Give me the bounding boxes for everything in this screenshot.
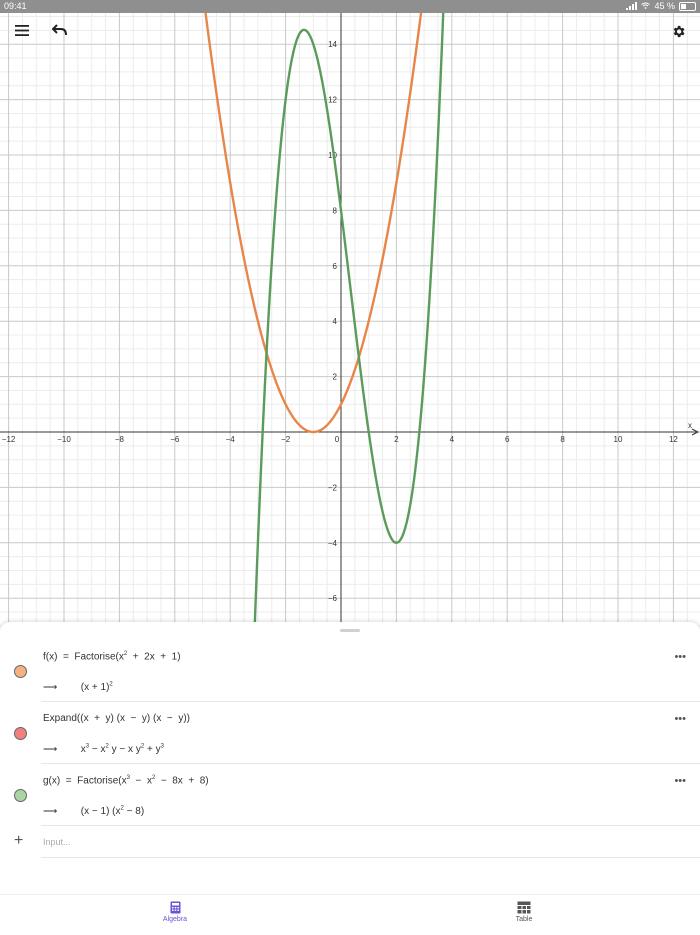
battery-icon (679, 1, 696, 11)
visibility-toggle-expand[interactable] (14, 727, 27, 740)
hamburger-menu-icon (15, 24, 29, 36)
x-tick-label: −6 (170, 435, 180, 444)
undo-icon (52, 24, 67, 36)
tab-table[interactable]: Table (494, 901, 554, 923)
battery-percent: 45 % (654, 1, 675, 11)
y-tick-label: −6 (328, 594, 338, 603)
tab-table-label: Table (515, 916, 533, 923)
arrow-icon: ⟶ (43, 806, 58, 818)
visibility-toggle-g[interactable] (14, 789, 27, 802)
algebra-row-f[interactable]: f(x) = Factorise(x2 + 2x + 1) ⟶ (x + 1)2… (0, 640, 700, 702)
settings-button[interactable] (668, 22, 688, 40)
x-tick-label: 8 (560, 435, 565, 444)
input-expression[interactable]: g(x) = Factorise(x3 − x2 − 8x + 8) (43, 775, 209, 786)
y-tick-label: 8 (333, 206, 338, 215)
output-expression: (x + 1)2 (80, 682, 113, 694)
status-time: 09:41 (4, 1, 27, 11)
x-tick-label: 10 (614, 435, 623, 444)
x-tick-label: −8 (115, 435, 125, 444)
output-line: ⟶ (x − 1) (x2 − 8) (43, 806, 144, 817)
arrow-icon: ⟶ (43, 682, 58, 694)
x-tick-label: 2 (394, 435, 399, 444)
input-expression[interactable]: f(x) = Factorise(x2 + 2x + 1) (43, 651, 181, 662)
divider (41, 825, 700, 826)
axes (0, 0, 700, 640)
grid-minor (0, 0, 700, 640)
gear-icon (673, 25, 684, 37)
y-tick-label: −4 (328, 539, 338, 548)
algebra-row-g[interactable]: g(x) = Factorise(x3 − x2 − 8x + 8) ⟶ (x … (0, 764, 700, 826)
add-icon[interactable]: + (14, 832, 23, 850)
y-tick-label: 12 (328, 96, 337, 105)
x-tick-label: 12 (669, 435, 678, 444)
algebra-row-expand[interactable]: Expand((x + y) (x − y) (x − y)) ⟶ x3 − x… (0, 702, 700, 764)
algebra-panel: f(x) = Factorise(x2 + 2x + 1) ⟶ (x + 1)2… (0, 622, 700, 894)
arrow-icon: ⟶ (43, 744, 58, 756)
drag-handle[interactable] (340, 629, 360, 632)
divider (41, 857, 700, 858)
undo-button[interactable] (50, 22, 70, 38)
wifi-icon (641, 1, 651, 11)
x-tick-label: −10 (57, 435, 71, 444)
output-expression: x3 − x2 y − x y2 + y3 (80, 744, 164, 756)
input-expression[interactable]: Expand((x + y) (x − y) (x − y)) (43, 713, 190, 724)
menu-button[interactable] (12, 22, 32, 38)
status-right: 45 % (626, 1, 696, 11)
signal-icon (626, 2, 638, 10)
table-icon (517, 901, 531, 914)
graph-view[interactable]: −12 −10 −8 −6 −4 −2 0 2 4 6 8 10 12x1412108642−2−4−6 (0, 0, 700, 640)
y-tick-label: 14 (328, 40, 337, 49)
y-tick-label: −2 (328, 483, 338, 492)
x-tick-label: 4 (450, 435, 455, 444)
status-bar: 09:41 45 % (0, 0, 700, 13)
bottom-nav: Algebra Table (0, 894, 700, 935)
x-tick-label: −4 (226, 435, 236, 444)
more-options-button[interactable]: ••• (674, 775, 686, 787)
y-tick-label: 2 (333, 373, 338, 382)
x-tick-label: −12 (2, 435, 16, 444)
output-expression: (x − 1) (x2 − 8) (80, 806, 145, 818)
grid-major (0, 0, 700, 640)
output-line: ⟶ x3 − x2 y − x y2 + y3 (43, 744, 164, 755)
input-row[interactable]: + Input... (0, 828, 700, 858)
more-options-button[interactable]: ••• (674, 651, 686, 663)
output-line: ⟶ (x + 1)2 (43, 682, 113, 693)
curve-g[interactable] (248, 0, 450, 640)
x-tick-label: 6 (505, 435, 510, 444)
y-tick-label: 6 (333, 262, 338, 271)
x-tick-label: 0 (335, 435, 340, 444)
tab-algebra-label: Algebra (162, 916, 188, 923)
input-bar[interactable]: Input... (43, 837, 71, 847)
x-axis-label: x (688, 421, 692, 430)
calculator-icon (170, 901, 181, 914)
more-options-button[interactable]: ••• (674, 713, 686, 725)
visibility-toggle-f[interactable] (14, 665, 27, 678)
tab-algebra[interactable]: Algebra (145, 901, 205, 923)
y-tick-label: 4 (333, 317, 338, 326)
x-tick-label: −2 (281, 435, 291, 444)
